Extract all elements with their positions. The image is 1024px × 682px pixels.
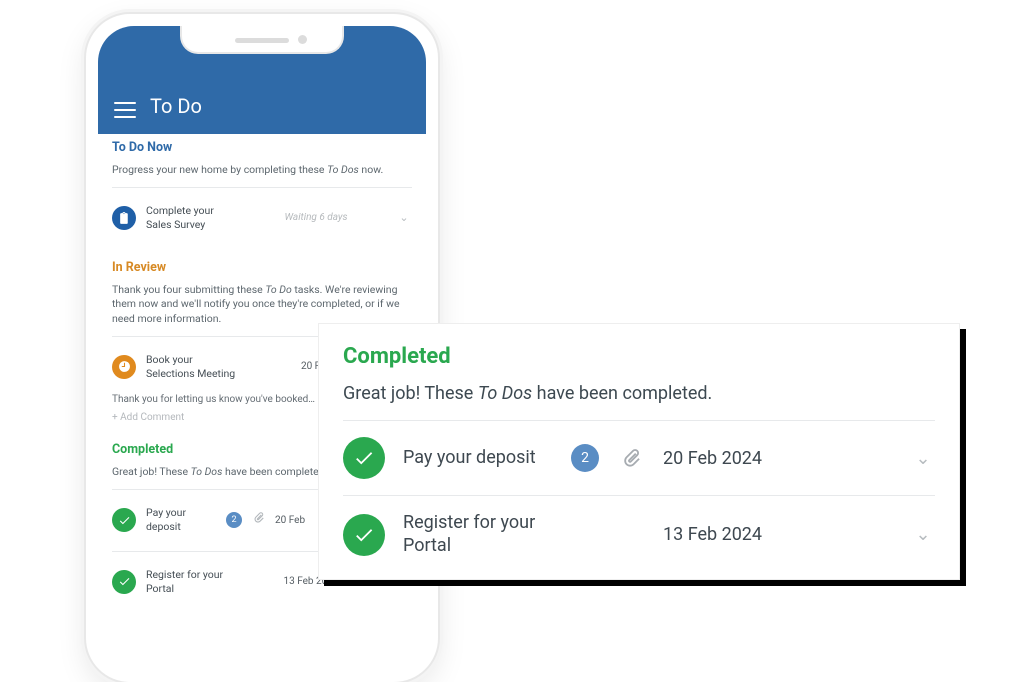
- chevron-down-icon[interactable]: ⌄: [911, 524, 935, 545]
- chevron-down-icon[interactable]: ⌄: [396, 211, 412, 226]
- menu-icon[interactable]: [114, 102, 136, 118]
- completed-callout: Completed Great job! These To Dos have b…: [318, 323, 960, 580]
- section-desc-now: Progress your new home by completing the…: [112, 163, 412, 177]
- completed-label: Register for your Portal: [146, 568, 226, 596]
- phone-notch: [180, 26, 344, 54]
- callout-desc: Great job! These To Dos have been comple…: [343, 383, 935, 404]
- check-icon: [343, 514, 385, 556]
- count-badge: 2: [226, 512, 242, 528]
- callout-item-date: 13 Feb 2024: [663, 524, 893, 545]
- clock-icon: [112, 355, 136, 379]
- completed-label: Pay your deposit: [146, 506, 216, 534]
- clipboard-icon: [112, 206, 136, 230]
- callout-row-deposit[interactable]: Pay your deposit 2 20 Feb 2024 ⌄: [343, 421, 935, 495]
- callout-item-label: Register for your Portal: [403, 512, 553, 557]
- review-label: Book your Selections Meeting: [146, 353, 236, 381]
- paperclip-icon: [617, 447, 645, 469]
- chevron-down-icon[interactable]: ⌄: [911, 448, 935, 469]
- todo-label: Complete your Sales Survey: [146, 204, 236, 232]
- count-badge: 2: [571, 444, 599, 472]
- callout-item-date: 20 Feb 2024: [663, 448, 893, 469]
- check-icon: [112, 508, 136, 532]
- callout-row-portal[interactable]: Register for your Portal 13 Feb 2024 ⌄: [343, 496, 935, 573]
- todo-status: Waiting 6 days: [246, 211, 386, 225]
- divider: [112, 187, 412, 188]
- check-icon: [343, 437, 385, 479]
- check-icon: [112, 570, 136, 594]
- callout-item-label: Pay your deposit: [403, 447, 553, 470]
- todo-row-survey[interactable]: Complete your Sales Survey Waiting 6 day…: [112, 194, 412, 242]
- callout-title: Completed: [343, 344, 935, 369]
- section-title-review: In Review: [112, 260, 412, 277]
- paperclip-icon: [252, 511, 265, 529]
- page-title: To Do: [150, 94, 202, 118]
- section-desc-review: Thank you four submitting these To Do ta…: [112, 283, 412, 326]
- section-title-now: To Do Now: [112, 140, 412, 157]
